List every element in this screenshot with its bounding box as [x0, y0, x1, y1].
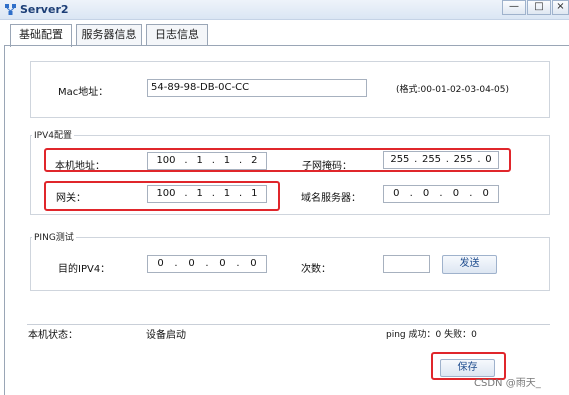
ip-octet: 0	[452, 188, 460, 199]
ip-dot: .	[439, 188, 443, 199]
ping-count-label: 次数：	[301, 264, 331, 275]
tab-bar: 基础配置 服务器信息 日志信息	[0, 24, 569, 47]
close-button[interactable]: ×	[552, 0, 569, 15]
ip-dot: .	[174, 258, 178, 269]
mac-format-hint: (格式:00-01-02-03-04-05)	[396, 85, 510, 95]
ping-target-field[interactable]: 0. 0. 0. 0	[147, 255, 267, 273]
status-divider	[27, 324, 550, 325]
watermark: CSDN @雨天_	[474, 378, 541, 389]
device-state-label: 本机状态：	[28, 330, 78, 341]
mac-label: Mac地址：	[58, 87, 109, 98]
tab-log-info[interactable]: 日志信息	[146, 24, 208, 46]
ping-target-label: 目的IPV4：	[58, 264, 111, 275]
dns-field[interactable]: 0. 0. 0. 0	[383, 185, 499, 203]
highlight-local-address-row	[44, 148, 511, 172]
ip-octet: 0	[482, 188, 489, 199]
ip-dot: .	[205, 258, 209, 269]
ip-dot: .	[409, 188, 413, 199]
mac-address-field[interactable]: 54-89-98-DB-0C-CC	[147, 79, 367, 97]
window-title: Server2	[20, 3, 69, 16]
minimize-button[interactable]: —	[502, 0, 526, 15]
ipv4-section-title: IPV4配置	[32, 130, 74, 142]
ip-octet: 0	[157, 258, 164, 269]
tab-server-info[interactable]: 服务器信息	[76, 24, 142, 46]
ip-dot: .	[236, 258, 240, 269]
ping-count-field[interactable]	[383, 255, 430, 273]
send-button[interactable]: 发送	[442, 255, 497, 274]
ping-section-title: PING测试	[32, 232, 76, 244]
ip-octet: 0	[188, 258, 195, 269]
ip-octet: 0	[250, 258, 257, 269]
title-bar: Server2 — □ ×	[0, 0, 569, 20]
server-icon	[5, 4, 16, 15]
ping-result: ping 成功：0 失败：0	[386, 330, 477, 340]
dns-label: 域名服务器：	[301, 193, 361, 204]
highlight-gateway-row	[44, 181, 280, 211]
tab-basic-config[interactable]: 基础配置	[10, 24, 72, 47]
ip-octet: 0	[219, 258, 226, 269]
ip-octet: 0	[422, 188, 430, 199]
ip-dot: .	[469, 188, 473, 199]
device-state-value: 设备启动	[146, 330, 186, 341]
maximize-button[interactable]: □	[527, 0, 551, 15]
ip-octet: 0	[393, 188, 400, 199]
